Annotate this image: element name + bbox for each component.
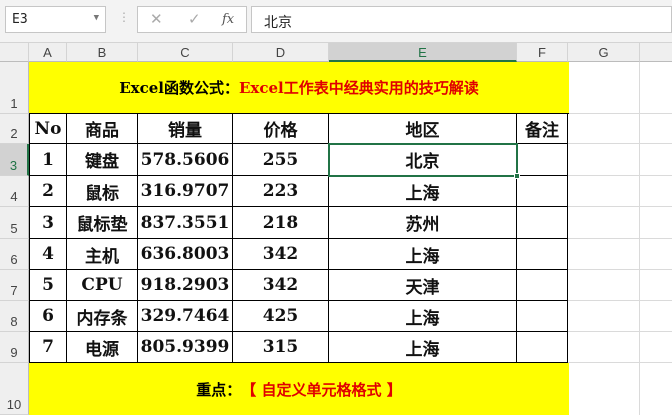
table-cell[interactable] bbox=[517, 332, 568, 363]
table-cell[interactable]: 255 bbox=[233, 144, 329, 176]
table-cell[interactable] bbox=[517, 176, 568, 207]
col-header-h[interactable] bbox=[640, 43, 672, 62]
table-cell[interactable]: 苏州 bbox=[329, 207, 517, 239]
row-header-3[interactable]: 3 bbox=[0, 144, 29, 176]
table-cell[interactable]: 内存条 bbox=[67, 301, 138, 332]
row-header-8[interactable]: 8 bbox=[0, 301, 29, 332]
table-cell[interactable]: 316.9707 bbox=[138, 176, 233, 207]
table-cell[interactable]: 837.3551 bbox=[138, 207, 233, 239]
table-cell[interactable] bbox=[517, 144, 568, 176]
table-cell[interactable]: 天津 bbox=[329, 270, 517, 301]
header-cell[interactable]: 商品 bbox=[67, 114, 138, 144]
table-cell[interactable]: 1 bbox=[29, 144, 67, 176]
footer-part2: 【 自定义单元格格式 】 bbox=[241, 380, 402, 399]
table-cell[interactable]: 4 bbox=[29, 239, 67, 270]
row-header-4[interactable]: 4 bbox=[0, 176, 29, 207]
table-cell[interactable]: 上海 bbox=[329, 301, 517, 332]
formula-bar: E3 ▼ ⋮ ✕ ✓ fx 北京 bbox=[0, 0, 672, 43]
col-header-g[interactable]: G bbox=[568, 43, 640, 62]
table-cell[interactable] bbox=[517, 301, 568, 332]
table-cell[interactable]: 5 bbox=[29, 270, 67, 301]
table-cell[interactable]: 上海 bbox=[329, 332, 517, 363]
table-cell[interactable]: 6 bbox=[29, 301, 67, 332]
table-cell[interactable]: 鼠标 bbox=[67, 176, 138, 207]
header-cell[interactable]: No bbox=[29, 114, 67, 144]
col-header-f[interactable]: F bbox=[517, 43, 568, 62]
table-cell[interactable]: 805.9399 bbox=[138, 332, 233, 363]
table-cell[interactable]: 315 bbox=[233, 332, 329, 363]
table-cell[interactable]: 上海 bbox=[329, 239, 517, 270]
table-cell[interactable]: 636.8003 bbox=[138, 239, 233, 270]
row-header-1[interactable]: 1 bbox=[0, 62, 29, 114]
table-cell[interactable]: 2 bbox=[29, 176, 67, 207]
table-cell[interactable]: 键盘 bbox=[67, 144, 138, 176]
header-cell[interactable]: 销量 bbox=[138, 114, 233, 144]
table-cell[interactable]: 329.7464 bbox=[138, 301, 233, 332]
col-header-a[interactable]: A bbox=[29, 43, 67, 62]
cancel-icon[interactable]: ✕ bbox=[150, 10, 163, 28]
table-cell[interactable]: CPU bbox=[67, 270, 138, 301]
table-cell[interactable]: 425 bbox=[233, 301, 329, 332]
table-cell[interactable]: 918.2903 bbox=[138, 270, 233, 301]
footer-part1: 重点： bbox=[196, 380, 242, 399]
table-cell[interactable]: 218 bbox=[233, 207, 329, 239]
header-cell[interactable]: 地区 bbox=[329, 114, 517, 144]
col-header-d[interactable]: D bbox=[233, 43, 329, 62]
row-header-9[interactable]: 9 bbox=[0, 332, 29, 363]
col-header-c[interactable]: C bbox=[138, 43, 233, 62]
chevron-down-icon[interactable]: ▼ bbox=[94, 13, 99, 23]
table-cell[interactable] bbox=[517, 207, 568, 239]
table-cell[interactable]: 7 bbox=[29, 332, 67, 363]
title-part1: Excel函数公式： bbox=[119, 79, 239, 97]
row-header-5[interactable]: 5 bbox=[0, 207, 29, 239]
table-cell[interactable]: 3 bbox=[29, 207, 67, 239]
formula-input[interactable]: 北京 bbox=[251, 6, 672, 33]
footer-cell[interactable]: 重点：【 自定义单元格格式 】 bbox=[29, 363, 569, 415]
header-cell[interactable]: 价格 bbox=[233, 114, 329, 144]
title-cell[interactable]: Excel函数公式： Excel工作表中经典实用的技巧解读 bbox=[29, 62, 569, 114]
select-all-button[interactable] bbox=[0, 43, 29, 62]
row-header-2[interactable]: 2 bbox=[0, 114, 29, 144]
col-header-e[interactable]: E bbox=[329, 43, 517, 62]
row-header-6[interactable]: 6 bbox=[0, 239, 29, 270]
table-cell[interactable]: 上海 bbox=[329, 176, 517, 207]
row-header-7[interactable]: 7 bbox=[0, 270, 29, 301]
fill-handle[interactable] bbox=[514, 173, 520, 179]
table-cell[interactable]: 223 bbox=[233, 176, 329, 207]
table-cell[interactable] bbox=[517, 239, 568, 270]
enter-icon[interactable]: ✓ bbox=[188, 10, 201, 28]
name-box-value: E3 bbox=[12, 12, 28, 27]
table-cell[interactable]: 电源 bbox=[67, 332, 138, 363]
table-cell[interactable]: 342 bbox=[233, 270, 329, 301]
col-header-b[interactable]: B bbox=[67, 43, 138, 62]
cell-selection bbox=[328, 143, 518, 177]
drag-handle-icon[interactable]: ⋮ bbox=[118, 10, 130, 24]
fx-icon[interactable]: fx bbox=[222, 12, 234, 27]
table-cell[interactable]: 578.5606 bbox=[138, 144, 233, 176]
table-cell[interactable]: 342 bbox=[233, 239, 329, 270]
formula-buttons: ✕ ✓ fx bbox=[137, 6, 247, 33]
row-header-10[interactable]: 10 bbox=[0, 363, 29, 415]
header-cell[interactable]: 备注 bbox=[517, 114, 568, 144]
title-part2: Excel工作表中经典实用的技巧解读 bbox=[239, 79, 479, 97]
table-cell[interactable]: 主机 bbox=[67, 239, 138, 270]
table-cell[interactable] bbox=[517, 270, 568, 301]
table-cell[interactable]: 鼠标垫 bbox=[67, 207, 138, 239]
name-box[interactable]: E3 ▼ bbox=[5, 6, 106, 33]
